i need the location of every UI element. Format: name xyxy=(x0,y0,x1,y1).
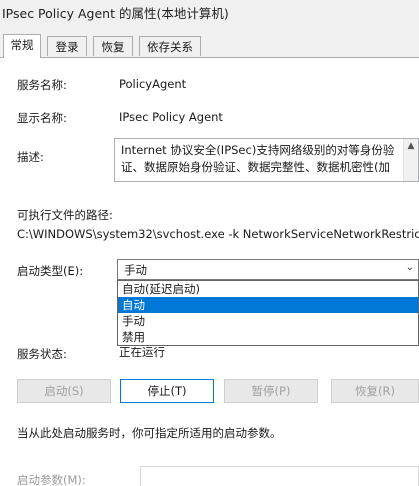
exe-path-value: C:\WINDOWS\system32\svchost.exe -k Netwo… xyxy=(17,227,419,241)
startup-option-disabled[interactable]: 禁用 xyxy=(118,329,418,345)
display-name-label: 显示名称: xyxy=(17,111,67,125)
window-title: IPsec Policy Agent 的属性(本地计算机) xyxy=(2,6,229,21)
description-scrollbar[interactable]: ▲ xyxy=(403,139,418,181)
startup-type-value: 手动 xyxy=(124,263,147,277)
tab-general[interactable]: 常规 xyxy=(3,34,41,58)
description-label: 描述: xyxy=(17,150,44,164)
pause-button[interactable]: 暂停(P) xyxy=(224,379,318,403)
description-box[interactable]: Internet 协议安全(IPSec)支持网络级别的对等身份验证、数据原始身份… xyxy=(114,138,419,182)
startup-option-auto[interactable]: 自动 xyxy=(118,297,418,313)
startup-option-manual[interactable]: 手动 xyxy=(118,313,418,329)
service-name-label: 服务名称: xyxy=(17,78,67,92)
startup-type-dropdown: 自动(延迟启动) 自动 手动 禁用 xyxy=(117,280,419,346)
service-status-label: 服务状态: xyxy=(17,347,67,361)
stop-button[interactable]: 停止(T) xyxy=(120,379,214,403)
chevron-down-icon[interactable]: ⌄ xyxy=(406,262,414,273)
start-params-input[interactable] xyxy=(140,466,419,486)
startup-type-label: 启动类型(E): xyxy=(17,264,84,278)
startup-type-select[interactable]: 手动 ⌄ xyxy=(117,259,419,280)
tab-logon[interactable]: 登录 xyxy=(47,36,87,56)
display-name-value: IPsec Policy Agent xyxy=(119,110,223,124)
tab-strip: 常规 登录 恢复 依存关系 xyxy=(0,34,419,58)
service-properties-window: IPsec Policy Agent 的属性(本地计算机) 常规 登录 恢复 依… xyxy=(0,0,419,486)
start-params-label: 启动参数(M): xyxy=(17,473,86,486)
description-text: Internet 协议安全(IPSec)支持网络级别的对等身份验证、数据原始身份… xyxy=(121,143,395,174)
start-button[interactable]: 启动(S) xyxy=(17,379,111,403)
tab-recovery[interactable]: 恢复 xyxy=(93,36,133,56)
start-params-hint: 当从此处启动服务时，你可指定所适用的启动参数。 xyxy=(17,426,282,440)
chevron-up-icon[interactable]: ▲ xyxy=(404,141,418,151)
startup-option-auto-delayed[interactable]: 自动(延迟启动) xyxy=(118,281,418,297)
tab-dependencies[interactable]: 依存关系 xyxy=(139,36,201,56)
exe-path-label: 可执行文件的路径: xyxy=(17,208,113,222)
service-name-value: PolicyAgent xyxy=(119,77,187,91)
resume-button[interactable]: 恢复(R) xyxy=(331,379,419,403)
